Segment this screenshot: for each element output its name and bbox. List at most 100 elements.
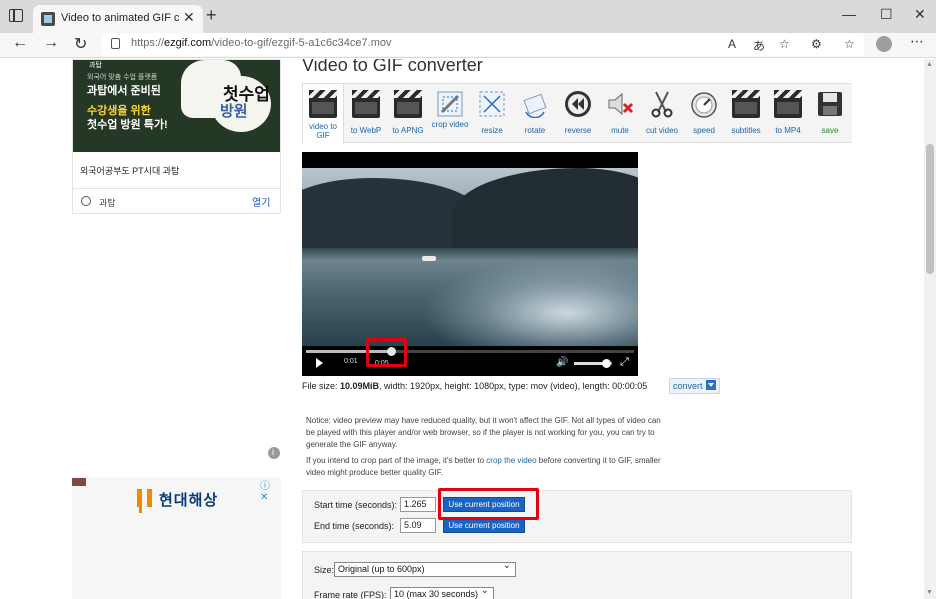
size-select[interactable]: Original (up to 600px) (334, 562, 516, 577)
highlight-box-seek-handle (366, 338, 407, 367)
url-scheme: https:// (131, 37, 165, 49)
fullscreen-icon[interactable]: ⤢ (620, 356, 629, 369)
convert-button[interactable]: convert (669, 378, 720, 394)
lock-icon[interactable] (111, 38, 120, 49)
forward-button[interactable]: → (43, 34, 59, 52)
video-boat (422, 256, 436, 261)
video-frame[interactable] (302, 168, 638, 346)
tool-to-webp[interactable]: to WebP (346, 84, 386, 144)
ad-gwatop[interactable]: 과탑 외국어 맞춤 수업 플랫폼 과탑에서 준비된 수강생을 위한 첫수업 방원… (72, 59, 281, 214)
video-player[interactable]: 0:01 0:05 🔊 ⤢ (302, 152, 638, 376)
time-range-panel: Start time (seconds): 1.265 Use current … (302, 490, 852, 543)
tool-reverse[interactable]: reverse (558, 84, 598, 144)
ad-choices-icon[interactable]: ⓘ ✕ (260, 477, 281, 503)
tool-label: subtitles (731, 126, 761, 135)
end-time-label: End time (seconds): (314, 521, 395, 531)
scroll-up-icon[interactable]: ▲ (926, 61, 933, 68)
ad-line-2: 과탑에서 준비된 (87, 85, 161, 97)
close-window-button[interactable]: ✕ (914, 6, 926, 23)
url-path: /video-to-gif/ezgif-5-a1c6c34ce7.mov (211, 37, 392, 49)
clapper-icon (732, 90, 760, 118)
fps-select[interactable]: 10 (max 30 seconds) (390, 587, 494, 599)
notice-paragraph-2: If you intend to crop part of the image,… (306, 455, 666, 479)
use-current-position-end-button[interactable]: Use current position (443, 518, 525, 533)
ad-hyundai[interactable]: ⓘ ✕ 현대해상 (72, 477, 281, 599)
tool-mute[interactable]: mute (600, 84, 640, 144)
ad-divider (73, 188, 280, 189)
size-label: Size: (314, 565, 335, 575)
tool-subtitles[interactable]: subtitles (726, 84, 766, 144)
favorite-star-icon[interactable]: ☆ (779, 37, 790, 51)
tool-cut-video[interactable]: cut video (642, 84, 682, 144)
tool-resize[interactable]: resize (472, 84, 512, 144)
translate-icon[interactable]: あ (753, 37, 765, 54)
start-time-input[interactable]: 1.265 (400, 497, 436, 512)
play-icon[interactable] (316, 358, 323, 368)
ad-open-link[interactable]: 열기 (252, 194, 270, 209)
tool-to-mp4[interactable]: to MP4 (768, 84, 808, 144)
tool-label: crop video (431, 120, 469, 129)
reverse-icon (565, 91, 591, 117)
ad-info-icon[interactable] (268, 447, 280, 459)
volume-icon[interactable]: 🔊 (556, 357, 568, 368)
tool-label: speed (693, 126, 715, 135)
tool-label: reverse (564, 126, 592, 135)
tool-label: to WebP (350, 126, 382, 135)
speed-icon (691, 92, 717, 118)
clapper-icon (309, 90, 337, 118)
tool-crop-video[interactable]: crop video (430, 84, 470, 144)
tool-speed[interactable]: speed (684, 84, 724, 144)
clapper-icon (394, 90, 422, 118)
active-tab[interactable]: Video to animated GIF converter ✕ (33, 5, 203, 33)
address-bar[interactable]: https://ezgif.com/video-to-gif/ezgif-5-a… (102, 33, 864, 56)
reload-button[interactable]: ↻ (74, 34, 87, 54)
tab-actions-icon[interactable] (9, 9, 23, 22)
tool-save[interactable]: save (810, 84, 850, 144)
seek-bar[interactable] (306, 347, 634, 356)
tab-close-icon[interactable]: ✕ (183, 9, 195, 26)
extensions-icon[interactable]: ⚙ (811, 37, 822, 51)
tool-label: save (821, 126, 839, 135)
collections-icon[interactable]: ☆ (844, 37, 855, 51)
ezgif-favicon-icon (41, 12, 55, 26)
tool-to-apng[interactable]: to APNG (388, 84, 428, 144)
fps-label: Frame rate (FPS): (314, 590, 387, 599)
url-host: ezgif.com (164, 37, 212, 49)
video-controls: 0:01 0:05 🔊 ⤢ (302, 346, 638, 376)
scroll-down-icon[interactable]: ▼ (926, 589, 933, 596)
tool-label: cut video (645, 126, 679, 135)
clapper-icon (774, 90, 802, 118)
settings-more-button[interactable]: ⋯ (910, 33, 924, 50)
minimize-button[interactable]: — (842, 6, 856, 22)
end-time-input[interactable]: 5.09 (400, 518, 436, 533)
start-time-label: Start time (seconds): (314, 500, 398, 510)
tool-rotate[interactable]: rotate (514, 84, 556, 144)
ad-name: 현대해상 (159, 492, 219, 509)
volume-slider[interactable] (574, 359, 612, 368)
new-tab-button[interactable]: + (206, 5, 217, 26)
crop-icon (437, 91, 463, 117)
ad-banner-image[interactable]: 과탑 외국어 맞춤 수업 플랫폼 과탑에서 준비된 수강생을 위한 첫수업 방원… (73, 60, 280, 152)
page-scrollbar[interactable]: ▲ ▼ (924, 59, 936, 599)
maximize-button[interactable]: ☐ (880, 6, 893, 23)
web-page: 과탑 외국어 맞춤 수업 플랫폼 과탑에서 준비된 수강생을 위한 첫수업 방원… (0, 59, 924, 599)
volume-handle[interactable] (602, 359, 612, 368)
convert-label: convert (673, 381, 703, 391)
read-aloud-icon[interactable]: A (728, 37, 736, 51)
tool-label: to MP4 (775, 126, 801, 135)
profile-avatar[interactable] (876, 36, 892, 52)
notice-text: Notice: video preview may have reduced q… (306, 415, 666, 483)
hyundai-logo-icon (136, 489, 154, 507)
ad-caption[interactable]: 외국어공부도 PT시대 과탑 (80, 164, 179, 177)
resize-icon (479, 91, 505, 117)
tool-label: resize (481, 126, 503, 135)
back-button[interactable]: ← (12, 34, 28, 52)
scroll-thumb[interactable] (926, 144, 934, 274)
url-text[interactable]: https://ezgif.com/video-to-gif/ezgif-5-a… (131, 37, 391, 49)
tool-video-to-gif[interactable]: video to GIF (302, 84, 344, 144)
options-panel: Size: Original (up to 600px) Frame rate … (302, 551, 852, 599)
save-icon (818, 92, 842, 116)
ad-thumbnail (72, 478, 86, 486)
crop-video-link[interactable]: crop the video (486, 456, 536, 465)
file-info-details: , width: 1920px, height: 1080px, type: m… (379, 381, 648, 391)
